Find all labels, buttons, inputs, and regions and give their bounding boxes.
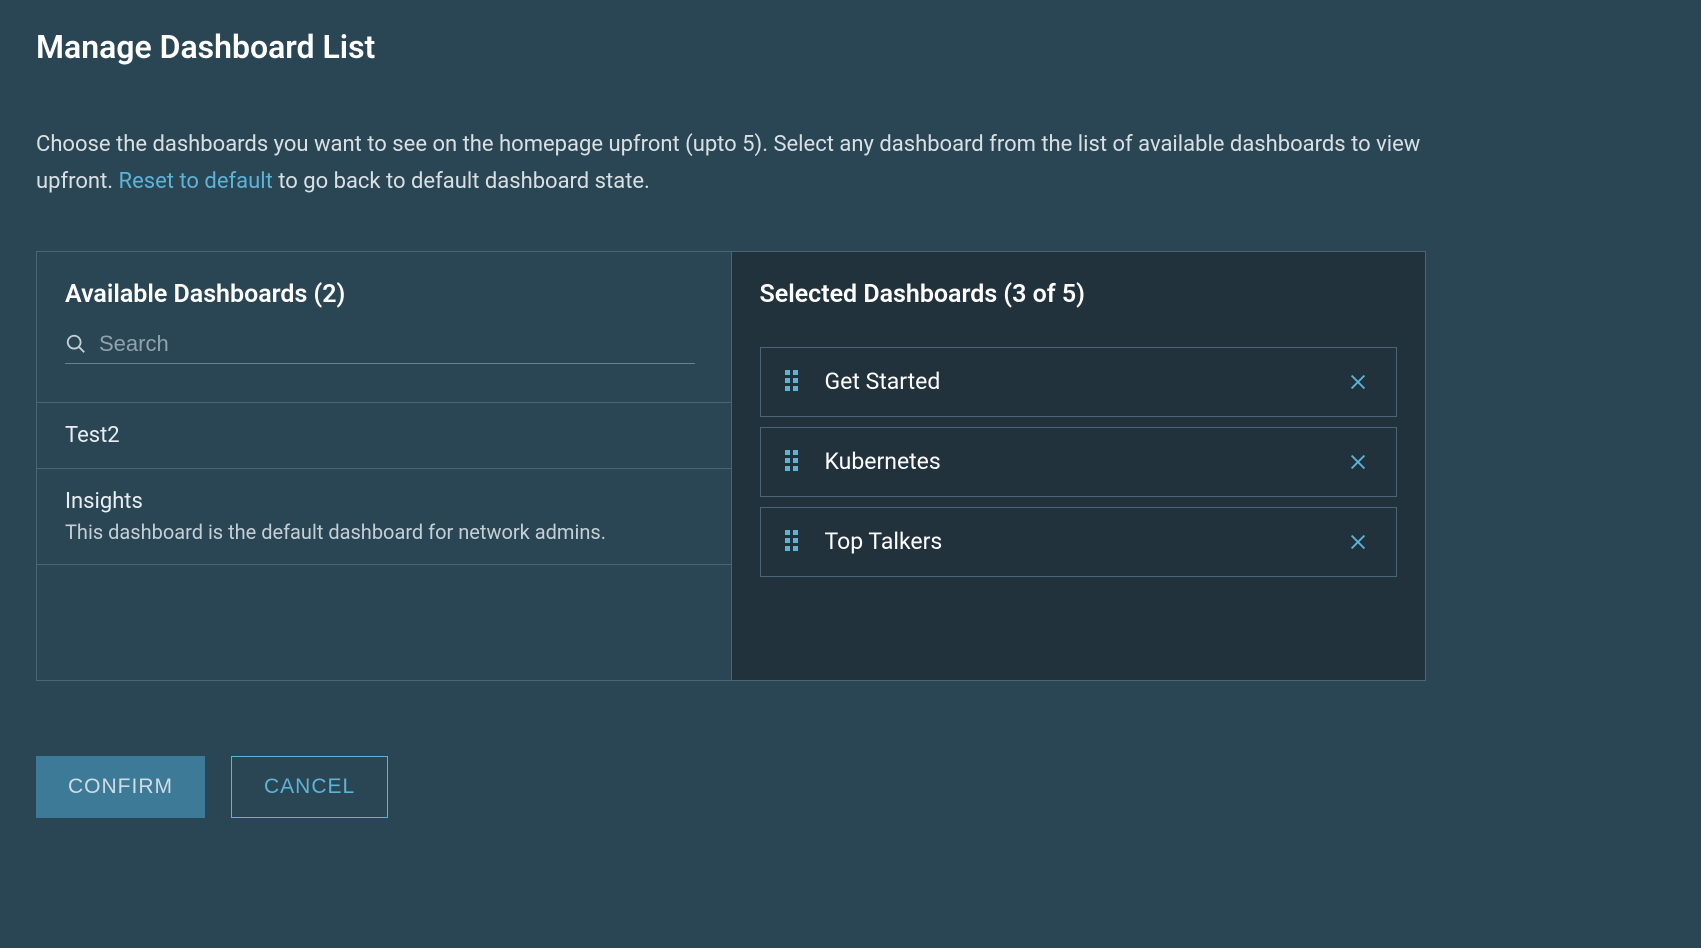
remove-button[interactable] (1344, 448, 1372, 476)
search-icon (65, 333, 87, 355)
selected-item-label: Get Started (825, 368, 1345, 395)
remove-button[interactable] (1344, 528, 1372, 556)
selected-item-get-started: Get Started (760, 347, 1398, 417)
search-input[interactable] (99, 331, 695, 357)
available-item-description: This dashboard is the default dashboard … (65, 520, 703, 544)
available-item-title: Insights (65, 489, 703, 514)
search-field-wrap (65, 331, 695, 364)
page-description: Choose the dashboards you want to see on… (36, 126, 1436, 201)
selected-panel-header: Selected Dashboards (3 of 5) (732, 252, 1426, 329)
available-item-title: Test2 (65, 423, 703, 448)
available-list: Test2 Insights This dashboard is the def… (37, 402, 731, 565)
available-panel: Available Dashboards (2) Test2 Insights … (37, 252, 732, 680)
cancel-button[interactable]: CANCEL (231, 756, 388, 818)
remove-button[interactable] (1344, 368, 1372, 396)
selected-item-kubernetes: Kubernetes (760, 427, 1398, 497)
selected-panel-title: Selected Dashboards (3 of 5) (760, 280, 1398, 309)
selected-item-label: Top Talkers (825, 528, 1345, 555)
selected-panel: Selected Dashboards (3 of 5) Get Started (732, 252, 1426, 680)
close-icon (1347, 371, 1369, 393)
reset-to-default-link[interactable]: Reset to default (119, 169, 273, 194)
available-panel-header: Available Dashboards (2) (37, 252, 731, 374)
selected-list: Get Started Kubernetes (732, 329, 1426, 577)
available-panel-title: Available Dashboards (2) (65, 280, 703, 309)
page-title: Manage Dashboard List (36, 28, 1665, 66)
close-icon (1347, 531, 1369, 553)
description-text-2: to go back to default dashboard state. (278, 169, 650, 194)
confirm-button[interactable]: CONFIRM (36, 756, 205, 818)
selected-item-label: Kubernetes (825, 448, 1345, 475)
drag-handle-icon[interactable] (785, 370, 803, 394)
close-icon (1347, 451, 1369, 473)
footer-buttons: CONFIRM CANCEL (36, 756, 1665, 818)
available-item-test2[interactable]: Test2 (37, 402, 731, 468)
available-item-insights[interactable]: Insights This dashboard is the default d… (37, 468, 731, 565)
selected-item-top-talkers: Top Talkers (760, 507, 1398, 577)
drag-handle-icon[interactable] (785, 450, 803, 474)
drag-handle-icon[interactable] (785, 530, 803, 554)
dashboard-panels: Available Dashboards (2) Test2 Insights … (36, 251, 1426, 681)
